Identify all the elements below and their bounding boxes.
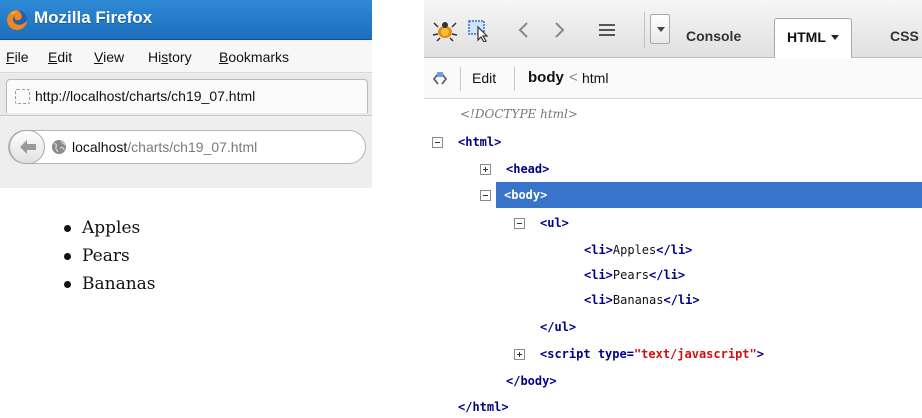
tab-html-label: HTML	[787, 29, 826, 45]
back-button[interactable]	[9, 130, 45, 164]
li-text: Pears	[612, 268, 650, 282]
firebug-toolbar: Console HTML CSS	[424, 0, 922, 58]
dropdown-arrow-icon	[657, 27, 665, 32]
tab-css[interactable]: CSS	[890, 18, 919, 58]
body-close-tag: </body>	[506, 374, 557, 388]
body-close-node: </body>	[506, 371, 557, 391]
back-chevron-icon[interactable]	[512, 18, 538, 42]
firefox-logo-icon	[7, 10, 27, 30]
page-bullet-list: Apples Pears Bananas	[60, 218, 156, 302]
page-favicon-icon	[15, 89, 30, 104]
toolbar-separator	[514, 67, 515, 91]
firefox-window: Mozilla Firefox File Edit View History B…	[0, 0, 372, 188]
expand-head-toggle[interactable]	[480, 164, 491, 175]
url-path: /charts/ch19_07.html	[127, 139, 258, 155]
li-text: Apples	[612, 243, 657, 257]
script-attr-name: type=	[597, 347, 634, 361]
ul-open-tag: <ul>	[540, 216, 569, 230]
menu-history[interactable]: History	[148, 49, 192, 65]
ul-node[interactable]: <ul>	[540, 213, 569, 233]
firebug-panel: Console HTML CSS Edit body < html <!DOCT…	[424, 0, 922, 418]
body-node: <body>	[504, 185, 547, 205]
breadcrumb-separator: <	[569, 69, 578, 86]
tab-strip: http://localhost/charts/ch19_07.html	[0, 74, 372, 116]
li-close-tag: </li>	[649, 268, 686, 282]
tab-active[interactable]: http://localhost/charts/ch19_07.html	[6, 79, 368, 113]
script-open-tag: <script	[540, 347, 591, 361]
li-open-tag: <li>	[584, 293, 613, 307]
li-node[interactable]: <li>Bananas</li>	[584, 290, 700, 310]
url-host: localhost	[72, 139, 128, 155]
li-open-tag: <li>	[584, 268, 613, 282]
menu-edit[interactable]: Edit	[48, 49, 72, 65]
html-source-icon[interactable]	[432, 71, 448, 87]
menu-bar: File Edit View History Bookmarks	[0, 41, 372, 73]
menu-view[interactable]: View	[94, 49, 124, 65]
html-tree: <!DOCTYPE html> <html> <head> <body> <ul…	[424, 100, 922, 418]
breadcrumb-body[interactable]: body	[528, 69, 564, 86]
ul-close-node: </ul>	[540, 317, 576, 337]
firebug-bug-icon[interactable]	[432, 18, 458, 42]
tab-title: http://localhost/charts/ch19_07.html	[35, 88, 256, 104]
doctype-node: <!DOCTYPE html>	[460, 107, 578, 121]
bullet-icon	[64, 253, 71, 260]
ul-close-tag: </ul>	[540, 320, 577, 334]
title-bar: Mozilla Firefox	[0, 0, 372, 40]
script-attr-value: "text/javascript"	[633, 347, 757, 361]
html-panel-toolbar: Edit body < html	[424, 59, 922, 99]
collapse-body-toggle[interactable]	[480, 190, 491, 201]
li-node[interactable]: <li>Apples</li>	[584, 240, 692, 260]
toolbar-separator	[644, 12, 645, 48]
body-open-tag: <body>	[504, 188, 548, 202]
tab-html-arrow-icon	[830, 35, 839, 40]
li-close-tag: </li>	[663, 293, 700, 307]
html-close-node: </html>	[458, 397, 509, 417]
bullet-icon	[64, 281, 71, 288]
bullet-icon	[64, 225, 71, 232]
list-item-text: Apples	[82, 218, 141, 238]
list-item: Bananas	[60, 274, 156, 302]
tab-html[interactable]: HTML	[774, 18, 852, 58]
li-close-tag: </li>	[656, 243, 693, 257]
script-node[interactable]: <script type="text/javascript">	[540, 344, 764, 364]
collapse-html-toggle[interactable]	[432, 137, 443, 148]
navigation-bar: localhost/charts/ch19_07.html	[0, 117, 372, 188]
list-item-text: Bananas	[82, 274, 156, 294]
head-tag: <head>	[506, 162, 550, 176]
li-text: Bananas	[612, 293, 664, 307]
li-open-tag: <li>	[584, 243, 613, 257]
html-open-tag: <html>	[458, 135, 502, 149]
toolbar-separator	[460, 67, 461, 91]
list-item: Apples	[60, 218, 156, 246]
tab-console[interactable]: Console	[686, 18, 741, 58]
globe-icon	[52, 140, 66, 154]
html-close-tag: </html>	[458, 400, 509, 414]
list-item-text: Pears	[82, 246, 130, 266]
url-bar[interactable]: localhost/charts/ch19_07.html	[8, 130, 366, 164]
breadcrumb-html[interactable]: html	[582, 70, 608, 86]
li-node[interactable]: <li>Pears</li>	[584, 265, 685, 285]
back-arrow-icon	[20, 140, 36, 154]
menu-file[interactable]: File	[6, 49, 29, 65]
edit-button[interactable]: Edit	[472, 70, 496, 86]
menu-lines-icon[interactable]	[594, 18, 620, 42]
url-text: localhost/charts/ch19_07.html	[72, 139, 257, 155]
forward-chevron-icon[interactable]	[546, 18, 572, 42]
menu-bookmarks[interactable]: Bookmarks	[219, 49, 289, 65]
html-node[interactable]: <html>	[458, 132, 501, 152]
inspect-element-icon[interactable]	[466, 18, 492, 42]
list-item: Pears	[60, 246, 156, 274]
panel-dropdown-button[interactable]	[650, 14, 670, 44]
script-tag-end: >	[756, 347, 764, 361]
window-title: Mozilla Firefox	[34, 8, 153, 27]
expand-script-toggle[interactable]	[514, 349, 525, 360]
selected-body-row[interactable]: <body>	[496, 182, 922, 208]
head-node[interactable]: <head>	[506, 159, 549, 179]
collapse-ul-toggle[interactable]	[514, 218, 525, 229]
